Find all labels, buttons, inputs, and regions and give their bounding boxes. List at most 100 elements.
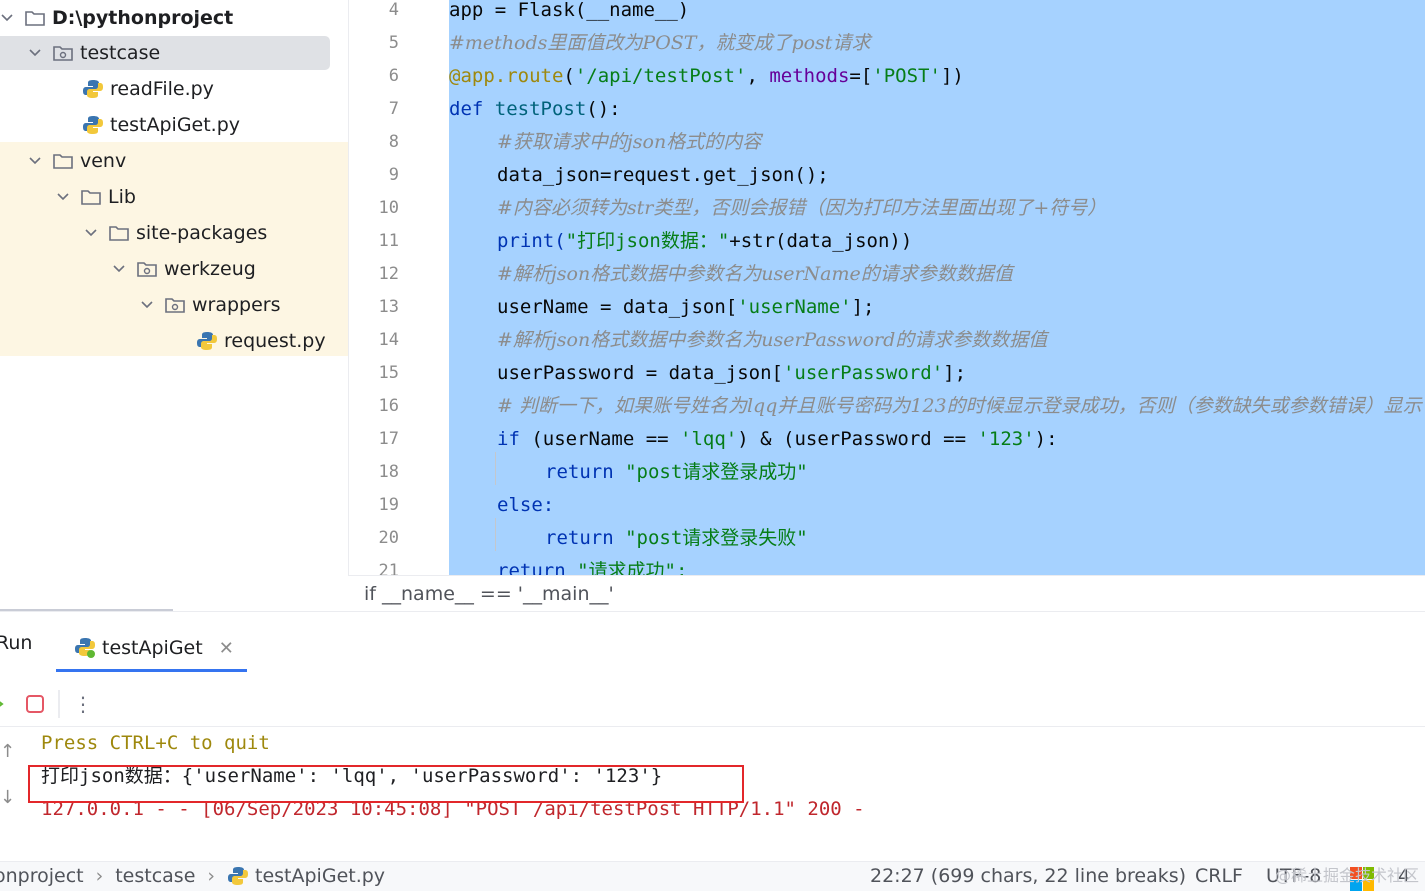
tab-label: testApiGet [102, 637, 203, 659]
code-line-17[interactable]: if (userName == 'lqq') & (userPassword =… [449, 423, 1058, 456]
code-line-4[interactable]: app = Flask(__name__) [449, 0, 689, 27]
code-line-8[interactable]: #获取请求中的json格式的内容 [449, 126, 761, 159]
code-line-12[interactable]: #解析json格式数据中参数名为userName的请求参数数据值 [449, 258, 1013, 291]
tree-item-label: request.py [224, 330, 326, 352]
line-number: 7 [388, 99, 399, 119]
tree-item-site-packages[interactable]: site-packages [0, 215, 348, 251]
tree-item-lib[interactable]: Lib [0, 179, 348, 215]
chevron-down-icon[interactable] [56, 190, 70, 204]
line-number: 15 [378, 363, 399, 383]
code-line-14[interactable]: #解析json格式数据中参数名为userPassword的请求参数数据值 [449, 324, 1047, 357]
tree-item-readfile[interactable]: readFile.py [0, 71, 348, 107]
chevron-down-icon[interactable] [112, 262, 126, 276]
close-icon[interactable]: ✕ [219, 638, 234, 659]
code-line-13[interactable]: userName = data_json['userName']; [449, 291, 875, 324]
line-number: 16 [378, 396, 399, 416]
line-number: 10 [378, 198, 399, 218]
watermark: @稀土掘金技术社区 [1274, 866, 1419, 885]
run-panel-title: Run [0, 632, 33, 654]
rerun-icon[interactable] [0, 690, 8, 718]
breadcrumb-item[interactable]: onproject [0, 865, 84, 887]
python-run-icon [74, 637, 96, 659]
tree-item-werkzeug[interactable]: werkzeug [0, 251, 348, 287]
code-text: , [746, 65, 770, 87]
scroll-down-icon[interactable]: ↓ [0, 787, 15, 808]
caret-position[interactable]: 22:27 (699 chars, 22 line breaks) [870, 865, 1186, 887]
python-file-icon [227, 866, 249, 886]
code-line-11[interactable]: print("打印json数据："+str(data_json)) [449, 225, 912, 258]
run-toolbar: ⋮ [0, 682, 1425, 726]
code-string: "打印json数据：" [565, 230, 730, 252]
line-number: 14 [378, 330, 399, 350]
selection-background [0, 36, 330, 70]
code-line-10[interactable]: #内容必须转为str类型，否则会报错（因为打印方法里面出现了+符号） [449, 192, 1106, 225]
scroll-up-icon[interactable]: ↑ [0, 741, 15, 762]
package-icon [136, 259, 158, 279]
tree-item-label: site-packages [136, 222, 268, 244]
breadcrumb-item[interactable]: testApiGet.py [255, 865, 385, 887]
code-line-18[interactable]: return "post请求登录成功" [449, 456, 808, 489]
tree-item-testcase[interactable]: testcase [0, 35, 348, 71]
code-string: "post请求登录成功" [625, 461, 808, 483]
line-separator[interactable]: CRLF [1195, 865, 1243, 887]
code-param: methods [769, 65, 850, 87]
status-bar: onproject › testcase › testApiGet.py 22:… [0, 861, 1425, 891]
editor-breadcrumb[interactable]: if __name__ == '__main__' [348, 575, 1425, 611]
code-text: userName = data_json[ [497, 296, 738, 318]
folder-icon [52, 151, 74, 171]
line-number: 11 [378, 231, 399, 251]
project-tree: D:\pythonproject testcase readFile.py te… [0, 0, 348, 610]
code-text: ): [1034, 428, 1058, 450]
python-file-icon [196, 331, 218, 351]
stop-icon[interactable] [24, 690, 46, 718]
code-line-19[interactable]: else: [449, 489, 554, 522]
console-output[interactable]: ↑ ↓ Press CTRL+C to quit 打印json数据：{'user… [0, 726, 1425, 862]
line-number: 18 [378, 462, 399, 482]
code-line-7[interactable]: def testPost(): [449, 93, 621, 126]
code-string: "请求成功"; [577, 560, 688, 575]
breadcrumb-item[interactable]: testcase [115, 865, 195, 887]
code-line-6[interactable]: @app.route('/api/testPost', methods=['PO… [449, 60, 964, 93]
code-line-20[interactable]: return "post请求登录失败" [449, 522, 808, 555]
code-text: userPassword = data_json[ [497, 362, 783, 384]
code-text: ]) [940, 65, 964, 87]
line-number: 12 [378, 264, 399, 284]
code-text: data_json=request.get_json(); [497, 164, 829, 186]
code-comment: #内容必须转为str类型，否则会报错（因为打印方法里面出现了+符号） [497, 197, 1107, 219]
code-line-21[interactable]: return "请求成功"; [449, 555, 687, 575]
chevron-down-icon[interactable] [28, 46, 42, 60]
tree-item-label: readFile.py [110, 78, 214, 100]
chevron-down-icon[interactable] [28, 154, 42, 168]
code-line-16[interactable]: # 判断一下，如果账号姓名为lqq并且账号密码为123的时候显示登录成功，否则（… [449, 390, 1422, 423]
line-number: 8 [388, 132, 399, 152]
code-editor[interactable]: 4 5 6 7 8 9 10 11 12 13 14 15 16 17 18 1… [348, 0, 1425, 575]
line-number: 19 [378, 495, 399, 515]
line-number: 5 [388, 33, 399, 53]
code-comment: #解析json格式数据中参数名为userPassword的请求参数数据值 [497, 329, 1048, 351]
code-text: app = Flask(__name__) [449, 0, 690, 21]
tab-testapiget[interactable]: testApiGet ✕ [56, 624, 234, 672]
code-string: '123' [977, 428, 1035, 450]
code-text: ) & (userPassword == [737, 428, 978, 450]
more-options-icon[interactable]: ⋮ [73, 690, 93, 718]
code-line-5[interactable]: #methods里面值改为POST，就变成了post请求 [449, 27, 870, 60]
tree-item-testapiget[interactable]: testApiGet.py [0, 107, 348, 143]
package-icon [164, 295, 186, 315]
line-number: 4 [388, 0, 399, 20]
code-line-9[interactable]: data_json=request.get_json(); [449, 159, 829, 192]
code-comment: #methods里面值改为POST，就变成了post请求 [449, 32, 871, 54]
breadcrumb-item[interactable]: if __name__ == '__main__' [364, 583, 614, 605]
folder-icon [24, 8, 46, 28]
active-tab-indicator [56, 669, 247, 672]
code-string: 'userPassword' [782, 362, 944, 384]
code-line-15[interactable]: userPassword = data_json['userPassword']… [449, 357, 966, 390]
tree-item-request[interactable]: request.py [0, 323, 348, 359]
tree-item-wrappers[interactable]: wrappers [0, 287, 348, 323]
tree-item-pythonproject[interactable]: D:\pythonproject [0, 0, 348, 36]
chevron-down-icon[interactable] [84, 226, 98, 240]
chevron-down-icon[interactable] [0, 11, 14, 25]
tree-item-venv[interactable]: venv [0, 143, 348, 179]
chevron-down-icon[interactable] [140, 298, 154, 312]
folder-icon [80, 187, 102, 207]
code-text: (userName == [531, 428, 681, 450]
